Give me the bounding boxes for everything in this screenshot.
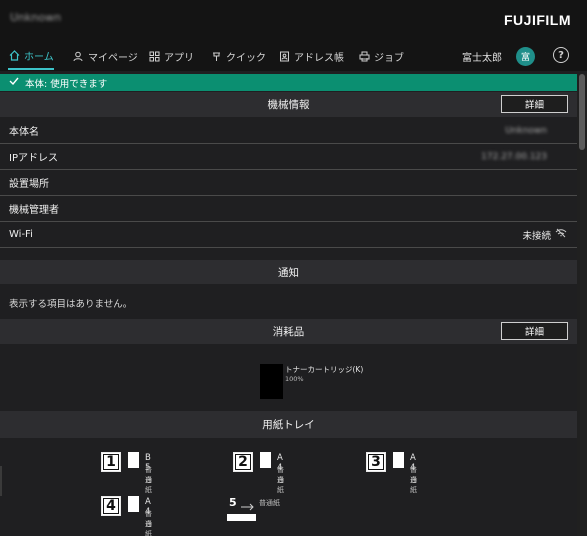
tray-number-icon: 1 [101, 452, 121, 472]
avatar[interactable]: 富 [516, 47, 535, 66]
tab-home[interactable]: ホーム [8, 42, 54, 70]
tray-color: 白 [145, 520, 152, 528]
toner-cartridge-icon [260, 364, 283, 399]
tab-apps[interactable]: アプリ [148, 42, 194, 70]
apps-icon [148, 50, 160, 62]
tab-address-book[interactable]: アドレス帳 [278, 42, 344, 70]
bypass-tray-type: 普通紙 [259, 499, 280, 507]
info-label: 機械管理者 [9, 205, 59, 216]
info-label: 本体名 [9, 127, 39, 138]
info-row-device-name: 本体名 Unknown [0, 118, 577, 144]
machine-info-detail-button[interactable]: 詳細 [501, 95, 568, 113]
info-label: 設置場所 [9, 179, 49, 190]
top-bar: Unknown FUJIFILM [0, 0, 587, 42]
bypass-tray[interactable]: 5 普通紙 [227, 496, 287, 526]
status-banner: 本体: 使用できます [0, 74, 577, 91]
machine-info-title: 機械情報 [267, 99, 310, 111]
info-label: Wi-Fi [9, 229, 33, 240]
brand-logo: FUJIFILM [504, 12, 571, 28]
tab-mypage[interactable]: マイページ [72, 42, 138, 70]
paper-trays-title: 用紙トレイ [262, 419, 315, 431]
paper-icon [393, 452, 404, 468]
tray-number-icon: 2 [233, 452, 253, 472]
info-label: IPアドレス [9, 153, 58, 164]
tray-color: 白 [145, 476, 152, 484]
bypass-tray-number: 5 [229, 496, 237, 509]
tray-color: 白 [277, 476, 284, 484]
device-name: Unknown [10, 11, 62, 24]
address-book-icon [278, 50, 290, 62]
tab-mypage-label: マイページ [88, 52, 138, 64]
tab-jobs[interactable]: ジョブ [358, 42, 404, 70]
tray-number-icon: 4 [101, 496, 121, 516]
tab-address-book-label: アドレス帳 [294, 52, 344, 64]
paper-icon [260, 452, 271, 468]
tray-number-icon: 3 [366, 452, 386, 472]
wifi-status: 未接続 [522, 228, 567, 242]
info-value: Unknown [505, 125, 547, 136]
paper-icon [128, 452, 139, 468]
main-nav: ホーム マイページ アプリ クイック アドレス帳 ジョブ 富士太郎 [0, 42, 587, 71]
toner-level: 100% [285, 375, 304, 383]
wifi-status-text: 未接続 [522, 230, 551, 242]
checkmark-icon [9, 77, 19, 88]
info-row-ip-address: IPアドレス 172.27.00.123 [0, 144, 577, 170]
side-edge-tab [0, 466, 2, 496]
user-name[interactable]: 富士太郎 [462, 49, 502, 64]
consumables-title: 消耗品 [272, 326, 305, 338]
help-icon[interactable]: ? [553, 47, 569, 63]
info-value: 172.27.00.123 [481, 151, 547, 162]
scrollbar[interactable] [577, 74, 587, 536]
tab-quick-label: クイック [226, 52, 266, 64]
info-row-location: 設置場所 [0, 170, 577, 196]
consumables-detail-button[interactable]: 詳細 [501, 322, 568, 340]
pin-icon [210, 50, 222, 62]
toner-name: トナーカートリッジ(K) [285, 365, 364, 374]
notifications-header: 通知 [0, 260, 577, 284]
printer-icon [358, 50, 370, 62]
notifications-empty-text: 表示する項目はありません。 [9, 299, 133, 310]
machine-info-header: 機械情報 詳細 [0, 92, 577, 117]
user-icon [72, 50, 84, 62]
tab-apps-label: アプリ [164, 52, 194, 64]
status-text: 本体: 使用できます [25, 78, 108, 90]
paper-trays-header: 用紙トレイ [0, 411, 577, 438]
scroll-thumb[interactable] [579, 74, 585, 150]
bypass-tray-icon [227, 514, 256, 521]
info-row-admin: 機械管理者 [0, 196, 577, 222]
tab-jobs-label: ジョブ [374, 52, 404, 64]
notifications-title: 通知 [278, 266, 299, 279]
home-icon [8, 49, 20, 61]
tab-home-label: ホーム [24, 51, 54, 63]
consumables-header: 消耗品 詳細 [0, 319, 577, 344]
wifi-off-icon [555, 228, 567, 241]
info-row-wifi: Wi-Fi 未接続 [0, 222, 577, 248]
arrow-right-icon [241, 500, 255, 514]
tab-quick[interactable]: クイック [210, 42, 266, 70]
paper-icon [128, 496, 139, 512]
tray-color: 白 [410, 476, 417, 484]
